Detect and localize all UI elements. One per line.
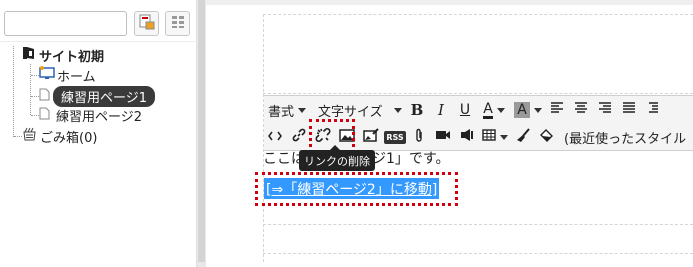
italic-button[interactable]: I	[430, 99, 452, 121]
trash-icon	[22, 127, 37, 145]
chevron-down-icon	[394, 107, 403, 113]
chevron-down-icon	[500, 134, 508, 140]
video-camera-icon	[435, 129, 451, 145]
selected-link-highlight	[255, 172, 458, 206]
insert-table-button[interactable]	[480, 126, 510, 148]
tree-item-practice-page-2[interactable]: 練習用ページ2	[39, 106, 143, 125]
paperclip-icon	[414, 128, 424, 147]
underline-icon: U	[459, 102, 471, 118]
align-justify-icon	[622, 102, 636, 118]
clear-format-button[interactable]	[512, 126, 534, 148]
align-center-icon	[574, 102, 588, 118]
font-color-icon: A	[483, 100, 493, 119]
table-icon	[482, 129, 496, 145]
tree-connector	[30, 64, 31, 115]
tree-item-label: ホーム	[57, 69, 96, 85]
source-code-button[interactable]	[264, 126, 286, 148]
paragraph-text-end: ジ1」です。	[372, 151, 450, 167]
tree-connector	[31, 96, 39, 97]
bold-icon: B	[410, 101, 424, 119]
attachment-button[interactable]	[408, 126, 430, 148]
tree-search-input[interactable]	[4, 11, 127, 36]
tree-connector	[31, 75, 39, 76]
scrollbar-thumb[interactable]	[198, 0, 205, 262]
underline-button[interactable]: U	[454, 99, 476, 121]
indent-button[interactable]	[642, 99, 664, 121]
tree-item-label: ごみ箱(0)	[40, 130, 98, 146]
chevron-down-icon	[298, 107, 307, 113]
align-justify-button[interactable]	[618, 99, 640, 121]
source-code-icon	[268, 130, 282, 144]
background-color-button[interactable]: A	[512, 99, 544, 121]
font-color-button[interactable]: A	[478, 99, 510, 121]
font-size-dropdown-label: 文字サイズ	[318, 104, 383, 120]
grid-view-button[interactable]	[165, 11, 190, 36]
page-tree-panel: サイト初期 ホーム 練習用ページ1 練習用ページ2 ごみ箱(0)	[0, 0, 197, 267]
document-guide-line	[263, 93, 693, 94]
tree-scrollbar[interactable]	[197, 0, 206, 267]
page-tools-button[interactable]	[134, 11, 159, 36]
panel-divider	[0, 41, 197, 42]
speaker-icon	[459, 128, 475, 146]
align-right-button[interactable]	[594, 99, 616, 121]
document-guide-line	[263, 253, 693, 254]
page-tools-icon	[139, 14, 155, 34]
tree-item-site-root[interactable]: サイト初期	[22, 46, 105, 65]
edit-image-button[interactable]	[360, 126, 382, 148]
format-dropdown[interactable]: 書式	[264, 99, 310, 121]
document-guide-line	[263, 224, 693, 225]
font-size-dropdown[interactable]: 文字サイズ	[314, 99, 406, 121]
grid-icon	[171, 15, 185, 33]
paint-bucket-icon	[539, 128, 555, 147]
chevron-down-icon	[496, 107, 505, 113]
editor-top-border	[206, 0, 693, 5]
tree-item-label: 練習用ページ2	[56, 109, 143, 125]
recent-styles-dropdown[interactable]: (最近使ったスタイル	[560, 126, 686, 148]
background-color-icon: A	[514, 102, 530, 118]
chevron-down-icon	[533, 107, 542, 113]
remove-link-tooltip: リンクの削除	[299, 145, 375, 171]
page-icon	[39, 107, 50, 124]
page-icon	[39, 88, 50, 105]
tree-item-label: 練習用ページ1	[53, 85, 156, 107]
align-left-button[interactable]	[546, 99, 568, 121]
insert-audio-button[interactable]	[456, 126, 478, 148]
rss-button[interactable]: RSS	[384, 126, 406, 148]
format-dropdown-label: 書式	[268, 104, 295, 120]
tree-connector	[31, 115, 39, 116]
broom-icon	[516, 127, 531, 147]
tree-item-label: サイト初期	[39, 49, 105, 65]
bold-button[interactable]: B	[406, 99, 428, 121]
tree-item-practice-page-1[interactable]: 練習用ページ1	[39, 85, 156, 107]
align-right-icon	[598, 102, 612, 118]
recent-styles-label: (最近使ったスタイル	[564, 131, 687, 147]
tree-connector	[13, 46, 14, 137]
image-edit-icon	[363, 128, 379, 146]
align-center-button[interactable]	[570, 99, 592, 121]
style-button[interactable]	[536, 126, 558, 148]
italic-icon: I	[438, 101, 444, 119]
insert-video-button[interactable]	[432, 126, 454, 148]
align-left-icon	[550, 102, 564, 118]
tree-item-trash[interactable]: ごみ箱(0)	[22, 127, 98, 146]
tree-connector	[14, 136, 22, 137]
link-icon	[292, 128, 306, 146]
home-monitor-icon	[39, 66, 55, 84]
editor-area: 書式 文字サイズ B I U A A RSS (最近使ったスタイル ここは ジ1…	[206, 0, 693, 267]
rss-icon: RSS	[384, 130, 406, 144]
site-root-icon	[22, 46, 36, 64]
tree-item-home[interactable]: ホーム	[39, 66, 96, 85]
indent-icon	[648, 102, 659, 118]
insert-link-button[interactable]	[288, 126, 310, 148]
